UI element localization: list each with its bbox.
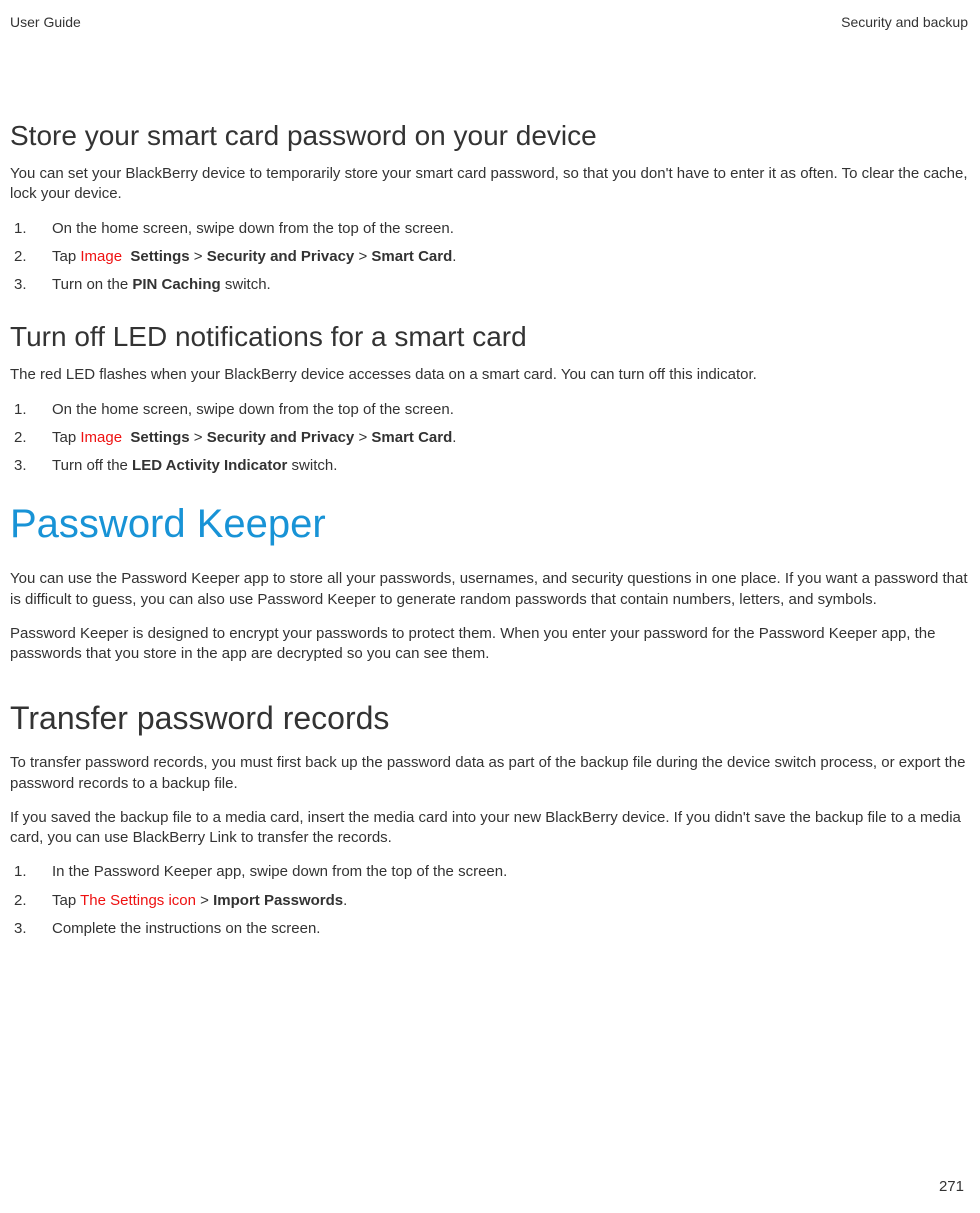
list-text: Complete the instructions on the screen.	[52, 919, 968, 939]
smart-card-label: Smart Card	[371, 429, 452, 446]
smart-card-label: Smart Card	[371, 248, 452, 265]
text: >	[196, 892, 213, 909]
settings-label: Settings	[130, 248, 189, 265]
settings-icon-placeholder: The Settings icon	[80, 892, 196, 909]
paragraph: You can use the Password Keeper app to s…	[10, 569, 968, 610]
image-placeholder: Image	[80, 429, 122, 446]
list-text: Turn off the LED Activity Indicator swit…	[52, 456, 968, 476]
page-number: 271	[939, 1178, 964, 1195]
text: Tap	[52, 248, 80, 265]
paragraph: You can set your BlackBerry device to te…	[10, 164, 968, 205]
list-text: Turn on the PIN Caching switch.	[52, 275, 968, 295]
header-right: Security and backup	[841, 14, 968, 30]
ordered-list: 1. In the Password Keeper app, swipe dow…	[14, 862, 968, 939]
list-number: 3.	[14, 275, 52, 295]
list-number: 1.	[14, 400, 52, 420]
list-text: Tap Image Settings > Security and Privac…	[52, 247, 968, 267]
paragraph: If you saved the backup file to a media …	[10, 808, 968, 849]
list-number: 1.	[14, 219, 52, 239]
text: >	[190, 429, 207, 446]
list-number: 2.	[14, 891, 52, 911]
text: >	[354, 248, 371, 265]
text: Tap	[52, 892, 80, 909]
text: switch.	[287, 457, 337, 474]
heading-store-smartcard-password: Store your smart card password on your d…	[10, 120, 968, 152]
paragraph: Password Keeper is designed to encrypt y…	[10, 624, 968, 665]
text: .	[452, 248, 456, 265]
list-number: 1.	[14, 862, 52, 882]
list-text: In the Password Keeper app, swipe down f…	[52, 862, 968, 882]
text: .	[452, 429, 456, 446]
list-number: 3.	[14, 919, 52, 939]
text: .	[343, 892, 347, 909]
ordered-list: 1. On the home screen, swipe down from t…	[14, 219, 968, 296]
paragraph: To transfer password records, you must f…	[10, 753, 968, 794]
security-privacy-label: Security and Privacy	[207, 429, 355, 446]
text: switch.	[221, 276, 271, 293]
list-item: 2. Tap The Settings icon > Import Passwo…	[14, 891, 968, 911]
header-left: User Guide	[10, 14, 81, 30]
text: Turn on the	[52, 276, 132, 293]
heading-turn-off-led: Turn off LED notifications for a smart c…	[10, 321, 968, 353]
list-item: 1. In the Password Keeper app, swipe dow…	[14, 862, 968, 882]
list-item: 3. Turn off the LED Activity Indicator s…	[14, 456, 968, 476]
list-item: 3. Turn on the PIN Caching switch.	[14, 275, 968, 295]
paragraph: The red LED flashes when your BlackBerry…	[10, 365, 968, 385]
page-header: User Guide Security and backup	[10, 14, 968, 30]
list-item: 3. Complete the instructions on the scre…	[14, 919, 968, 939]
list-text: On the home screen, swipe down from the …	[52, 219, 968, 239]
list-number: 2.	[14, 428, 52, 448]
settings-label: Settings	[130, 429, 189, 446]
text: Tap	[52, 429, 80, 446]
list-item: 2. Tap Image Settings > Security and Pri…	[14, 428, 968, 448]
text: >	[354, 429, 371, 446]
list-text: Tap The Settings icon > Import Passwords…	[52, 891, 968, 911]
ordered-list: 1. On the home screen, swipe down from t…	[14, 400, 968, 477]
text: Turn off the	[52, 457, 132, 474]
list-number: 3.	[14, 456, 52, 476]
image-placeholder: Image	[80, 248, 122, 265]
list-number: 2.	[14, 247, 52, 267]
pin-caching-label: PIN Caching	[132, 276, 220, 293]
heading-password-keeper: Password Keeper	[10, 502, 968, 547]
import-passwords-label: Import Passwords	[213, 892, 343, 909]
list-item: 1. On the home screen, swipe down from t…	[14, 400, 968, 420]
security-privacy-label: Security and Privacy	[207, 248, 355, 265]
led-activity-label: LED Activity Indicator	[132, 457, 287, 474]
heading-transfer-password-records: Transfer password records	[10, 700, 968, 737]
list-item: 1. On the home screen, swipe down from t…	[14, 219, 968, 239]
list-item: 2. Tap Image Settings > Security and Pri…	[14, 247, 968, 267]
list-text: On the home screen, swipe down from the …	[52, 400, 968, 420]
text: >	[190, 248, 207, 265]
list-text: Tap Image Settings > Security and Privac…	[52, 428, 968, 448]
